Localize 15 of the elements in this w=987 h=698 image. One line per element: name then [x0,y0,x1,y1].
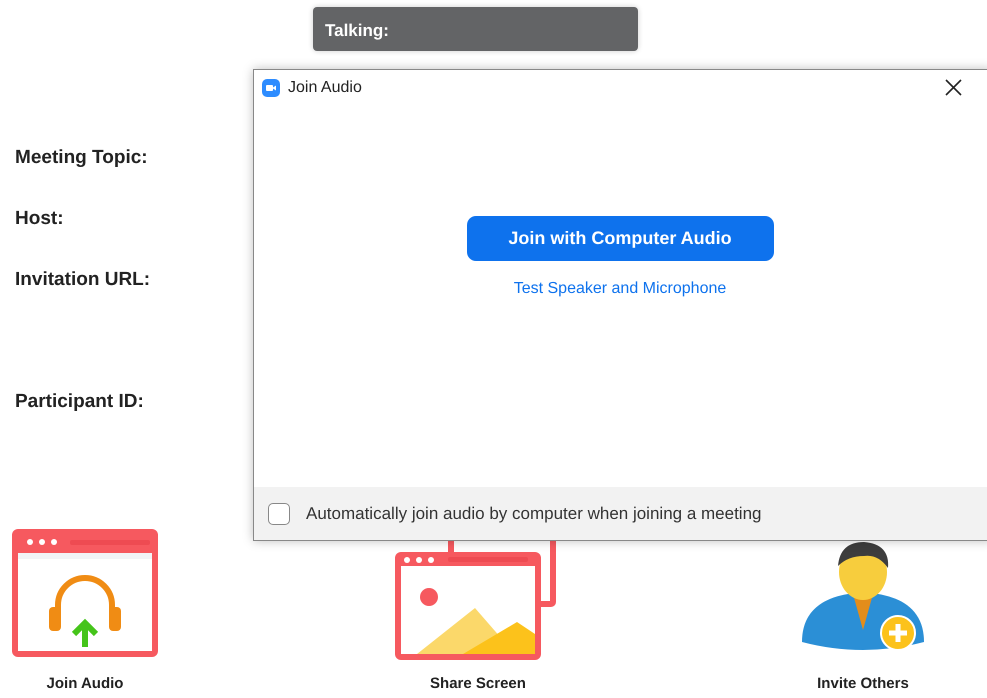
dialog-title: Join Audio [288,78,362,98]
info-label: Meeting Topic: [15,146,149,170]
checkbox[interactable] [268,502,290,524]
talking-indicator: Talking: [313,7,638,51]
action-label[interactable]: Invite Others [817,672,909,695]
info-label: Host: [15,207,65,231]
checkbox-label: Automatically join audio by computer when joining a meeting [306,502,762,525]
test-audio-link[interactable]: Test Speaker and Microphone [514,277,726,301]
info-label: Participant ID: [15,390,145,414]
video-camera-icon [262,79,280,97]
info-label: Invitation URL: [15,268,150,292]
action-label[interactable]: Share Screen [430,672,526,695]
headphones-window-icon[interactable] [10,527,160,660]
action-label[interactable]: Join Audio [46,672,124,695]
join-computer-audio-button[interactable]: Join with Computer Audio [466,216,774,261]
